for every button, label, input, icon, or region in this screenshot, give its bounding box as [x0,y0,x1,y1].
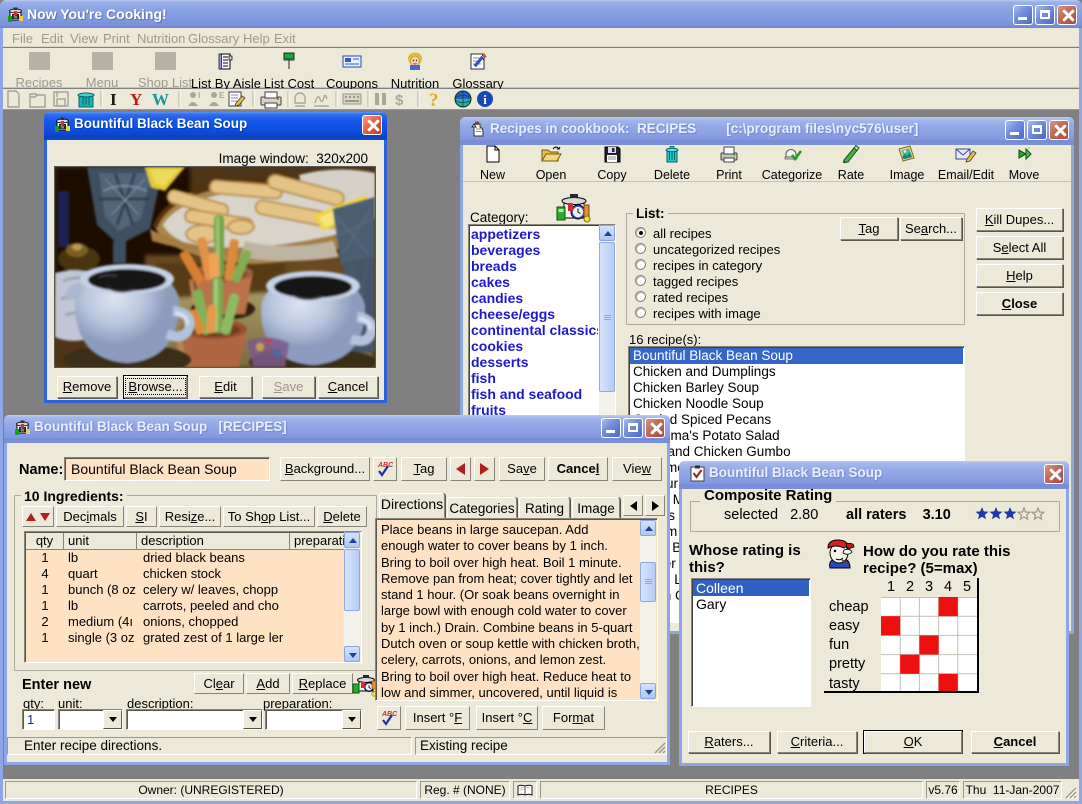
svg-text:Y: Y [130,90,142,109]
svg-text:I: I [110,90,117,109]
svg-text:$: $ [395,92,404,109]
svg-text:tv: tv [61,125,65,131]
svg-text:E: E [219,91,225,100]
svg-text:i: i [483,92,487,107]
svg-text:I: I [198,91,200,100]
svg-text:tv: tv [21,428,25,434]
svg-text:tv: tv [14,15,18,21]
svg-text:?: ? [429,90,439,109]
svg-text:W: W [152,90,169,109]
